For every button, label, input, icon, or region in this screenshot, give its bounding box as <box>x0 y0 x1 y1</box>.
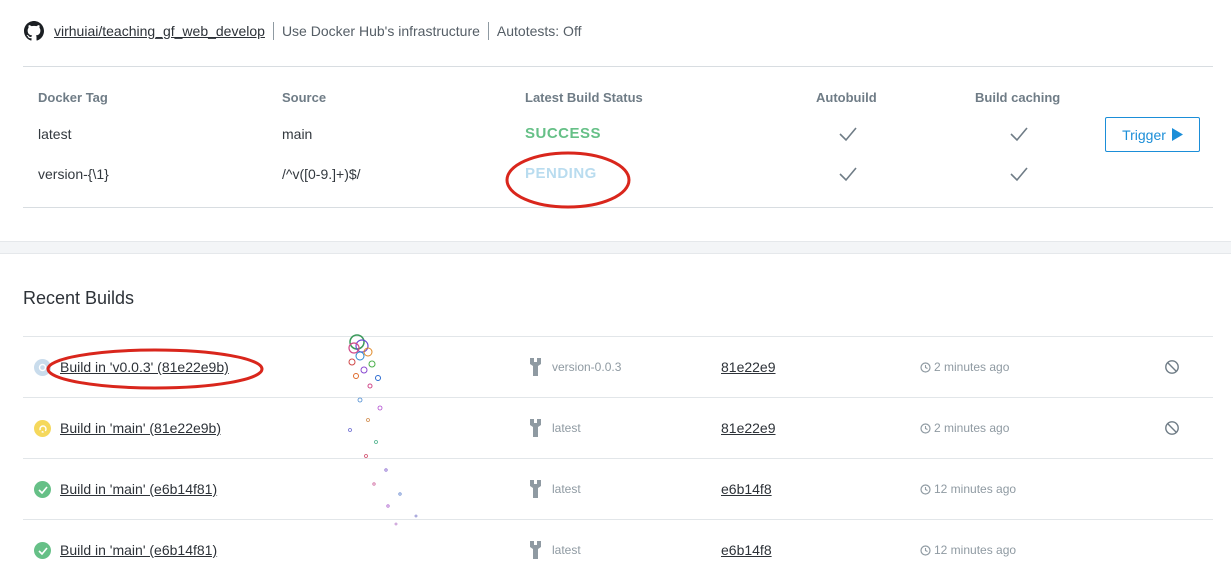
autotests-text: Autotests: Off <box>496 23 582 39</box>
build-time: 2 minutes ago <box>934 360 1010 374</box>
header-autobuild: Autobuild <box>816 90 877 105</box>
commit-link[interactable]: e6b14f8 <box>721 481 772 497</box>
recent-builds-title: Recent Builds <box>23 288 135 308</box>
build-tag: latest <box>552 543 581 557</box>
build-time: 2 minutes ago <box>934 421 1010 435</box>
build-link[interactable]: Build in 'main' (e6b14f81) <box>60 542 217 558</box>
rule-status-pending: PENDING <box>525 165 597 182</box>
build-row: Build in 'v0.0.3' (81e22e9b) version-0.0… <box>23 336 1213 397</box>
queued-status-icon <box>34 359 51 376</box>
build-tag: latest <box>552 482 581 496</box>
clock-icon <box>920 423 931 434</box>
build-link[interactable]: Build in 'main' (81e22e9b) <box>60 420 221 436</box>
building-status-icon <box>34 420 51 437</box>
wrench-icon <box>530 419 541 437</box>
rule-source: main <box>282 126 313 142</box>
commit-link[interactable]: 81e22e9 <box>721 420 776 436</box>
recent-builds-list: Build in 'v0.0.3' (81e22e9b) version-0.0… <box>23 336 1213 580</box>
divider <box>487 22 489 40</box>
build-time: 12 minutes ago <box>934 543 1017 557</box>
checkmark-icon <box>1010 167 1028 182</box>
build-row: Build in 'main' (e6b14f81) latest e6b14f… <box>23 519 1213 580</box>
clock-icon <box>920 545 931 556</box>
cancel-icon[interactable] <box>1164 420 1180 436</box>
build-tag: version-0.0.3 <box>552 360 622 374</box>
github-icon <box>24 21 44 41</box>
rule-status-success: SUCCESS <box>525 125 602 142</box>
rule-tag: version-{\1} <box>38 166 109 182</box>
success-status-icon <box>34 542 51 559</box>
checkmark-icon <box>1010 127 1028 142</box>
build-link[interactable]: Build in 'main' (e6b14f81) <box>60 481 217 497</box>
divider <box>272 22 274 40</box>
section-divider <box>0 241 1231 254</box>
checkmark-icon <box>839 167 857 182</box>
commit-link[interactable]: 81e22e9 <box>721 359 776 375</box>
header-source: Source <box>282 90 327 105</box>
build-link[interactable]: Build in 'v0.0.3' (81e22e9b) <box>60 359 229 375</box>
trigger-label: Trigger <box>1122 126 1166 143</box>
success-status-icon <box>34 481 51 498</box>
wrench-icon <box>530 480 541 498</box>
repo-link[interactable]: virhuiai/teaching_gf_web_develop <box>54 23 265 39</box>
build-row: Build in 'main' (81e22e9b) latest 81e22e… <box>23 397 1213 458</box>
infrastructure-text: Use Docker Hub's infrastructure <box>281 23 480 39</box>
checkmark-icon <box>839 127 857 142</box>
header-docker-tag: Docker Tag <box>38 90 108 105</box>
trigger-button[interactable]: Trigger <box>1105 117 1200 152</box>
clock-icon <box>920 362 931 373</box>
wrench-icon <box>530 358 541 376</box>
build-time: 12 minutes ago <box>934 482 1017 496</box>
build-row: Build in 'main' (e6b14f81) latest e6b14f… <box>23 458 1213 519</box>
wrench-icon <box>530 541 541 559</box>
repo-header: virhuiai/teaching_gf_web_develop Use Doc… <box>24 20 581 42</box>
rule-source: /^v([0-9.]+)$/ <box>282 166 361 182</box>
build-rules-table: Docker Tag Source Latest Build Status Au… <box>23 66 1213 208</box>
play-icon <box>1171 128 1183 141</box>
header-status: Latest Build Status <box>525 90 643 105</box>
header-build-caching: Build caching <box>975 90 1061 105</box>
cancel-icon[interactable] <box>1164 359 1180 375</box>
rule-tag: latest <box>38 126 72 142</box>
build-tag: latest <box>552 421 581 435</box>
commit-link[interactable]: e6b14f8 <box>721 542 772 558</box>
clock-icon <box>920 484 931 495</box>
